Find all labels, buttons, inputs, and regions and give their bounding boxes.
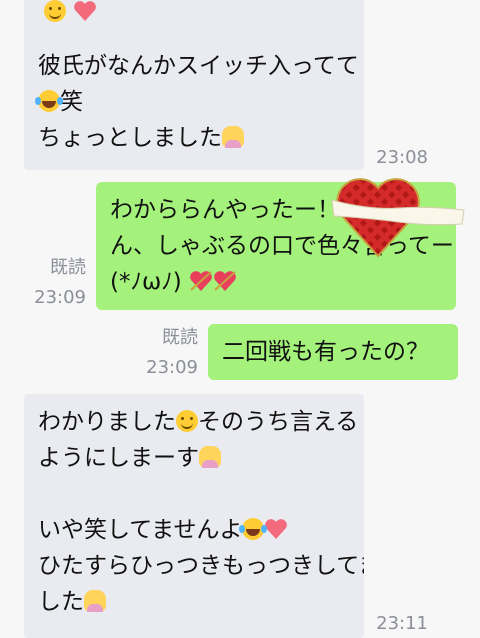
message-line: ちょっとしました <box>38 120 350 156</box>
message-line: わかりました そのうち言える <box>38 409 359 435</box>
message-line <box>38 0 350 30</box>
message-line: ひたすらひっつきもっつきしてま <box>38 553 364 579</box>
person-raising-hand-icon <box>222 126 244 148</box>
timestamp: 23:09 <box>34 287 86 308</box>
message-bubble-incoming[interactable]: 彼氏がなんかスイッチ入ってて 笑 ちょっとしました <box>24 0 364 170</box>
message-bubble-incoming[interactable]: わかりました そのうち言える ようにしまーす いや笑してませんよ ひたすらひっつき… <box>24 394 364 638</box>
message-bubble-outgoing[interactable]: わかららんやったー！ ん、しゃぶるの口で色々言ってー (*ﾉωﾉ) <box>96 182 456 310</box>
message-line: わかららんやったー！ <box>110 197 340 223</box>
person-raising-hand-icon <box>84 590 106 612</box>
message-line: 二回戦も有ったの？ <box>222 339 429 365</box>
smiling-icon <box>176 410 198 432</box>
message-line: 笑 <box>35 84 350 120</box>
heart-arrow-icon <box>213 267 237 291</box>
read-receipt: 既読 <box>162 327 198 348</box>
heart-arrow-icon <box>189 267 213 291</box>
heart-icon <box>264 515 288 539</box>
heart-icon <box>73 0 97 22</box>
message-line: ん、しゃぶるの口で色々言ってー <box>110 233 454 259</box>
person-raising-hand-icon <box>199 446 221 468</box>
message-bubble-outgoing[interactable]: 二回戦も有ったの？ <box>208 324 458 380</box>
read-receipt: 既読 <box>50 257 86 278</box>
message-line <box>38 476 350 512</box>
message-line: 彼氏がなんかスイッチ入ってて <box>38 53 359 79</box>
laughing-tears-icon <box>35 90 60 112</box>
timestamp: 23:09 <box>146 357 198 378</box>
message-line: ようにしまーす <box>38 440 350 476</box>
message-line: (*ﾉωﾉ) <box>110 264 442 300</box>
laughing-tears-icon <box>239 518 265 540</box>
smiling-icon <box>44 0 66 22</box>
message-line: した <box>38 584 350 620</box>
message-line: いや笑してませんよ <box>38 512 350 548</box>
timestamp: 23:08 <box>376 147 428 168</box>
timestamp: 23:11 <box>376 613 428 634</box>
